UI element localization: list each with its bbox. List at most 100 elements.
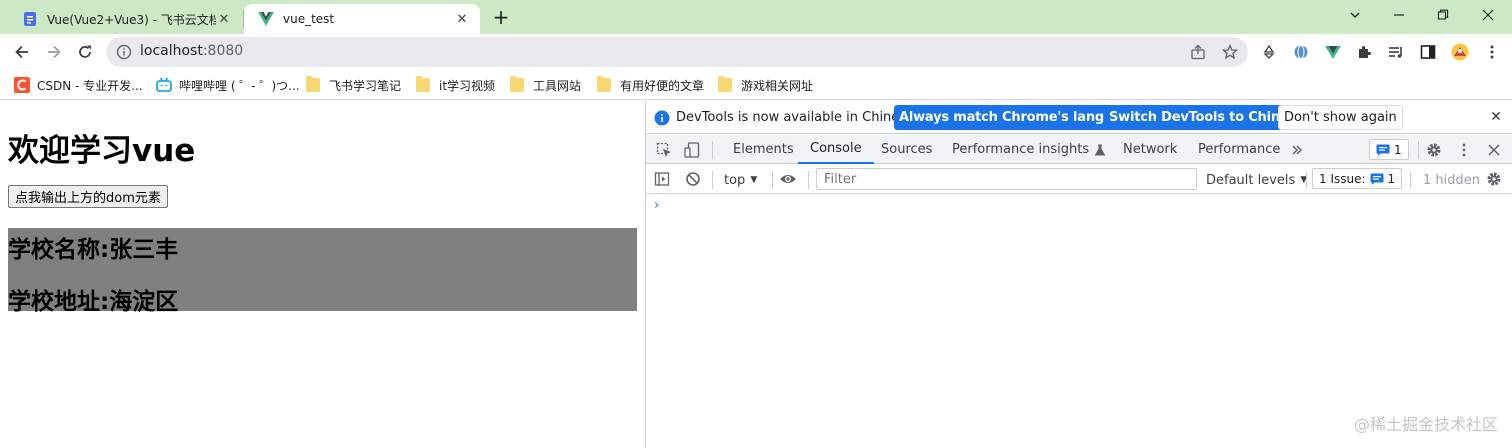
reload-icon[interactable] xyxy=(71,38,99,66)
address-bar[interactable]: localhost:8080 xyxy=(106,37,1248,67)
toolbar-divider xyxy=(712,141,713,159)
toolbar-divider xyxy=(712,171,713,189)
issues-counter-button[interactable]: 1 xyxy=(1369,139,1409,160)
url-text[interactable]: localhost:8080 xyxy=(140,43,243,59)
console-toolbar: top ▼ Default levels▼ 1 Issue: 1 1 hidden xyxy=(646,165,1512,194)
bookmark-label: 飞书学习笔记 xyxy=(329,78,402,93)
devtools-tab-bar: Elements Console Sources Performance ins… xyxy=(646,135,1512,164)
context-value: top xyxy=(724,172,746,188)
context-selector[interactable]: top ▼ xyxy=(724,171,757,189)
tab-elements[interactable]: Elements xyxy=(721,135,806,164)
bookmark-bilibili[interactable]: 哔哩哔哩 ( ゜- ゜)つ... xyxy=(156,76,300,94)
issues-badge-count: 1 xyxy=(1387,171,1396,186)
side-panel-icon[interactable] xyxy=(1418,42,1438,62)
tab-label: Performance insights xyxy=(952,142,1090,157)
close-icon[interactable]: ✕ xyxy=(1488,109,1504,125)
folder-icon xyxy=(416,76,430,92)
bookmark-folder-games[interactable]: 游戏相关网址 xyxy=(718,76,813,94)
recycle-extension-icon[interactable] xyxy=(1259,42,1279,62)
inspect-element-icon[interactable] xyxy=(654,140,674,160)
school-component: 学校名称:张三丰 学校地址:海淀区 xyxy=(8,228,637,315)
devtools-panel: DevTools is now available in Chinese! Al… xyxy=(646,101,1512,448)
bookmark-label: CSDN - 专业开发... xyxy=(37,78,143,93)
tab-search-chevron-icon[interactable] xyxy=(1333,0,1377,30)
page-heading: 欢迎学习vue xyxy=(8,133,196,169)
extensions-puzzle-icon[interactable] xyxy=(1354,42,1374,62)
settings-gear-icon[interactable] xyxy=(1424,140,1444,160)
profile-avatar[interactable] xyxy=(1450,42,1470,62)
tab-console[interactable]: Console xyxy=(798,135,874,164)
browser-tab-feishu[interactable]: Vue(Vue2+Vue3) - 飞书云文档 ✕ xyxy=(8,4,242,34)
device-toolbar-icon[interactable] xyxy=(682,140,702,160)
message-icon xyxy=(1370,173,1384,185)
flask-icon xyxy=(1094,144,1106,155)
forward-arrow-icon[interactable] xyxy=(40,38,68,66)
dont-show-again-button[interactable]: Don't show again xyxy=(1278,105,1403,130)
log-levels-selector[interactable]: Default levels ▼ xyxy=(1206,171,1307,189)
browser-tab-vue-test[interactable]: vue_test ✕ xyxy=(244,4,480,34)
info-icon[interactable] xyxy=(116,44,132,60)
restore-icon[interactable] xyxy=(1421,0,1465,30)
bookmark-csdn[interactable]: CSDN - 专业开发... xyxy=(14,76,143,94)
console-settings-gear-icon[interactable] xyxy=(1484,169,1504,189)
watermark: @稀土掘金技术社区 xyxy=(1353,415,1498,434)
back-arrow-icon[interactable] xyxy=(8,38,36,66)
url-port: :8080 xyxy=(202,43,244,59)
reading-list-icon[interactable] xyxy=(1386,42,1406,62)
bookmark-label: 哔哩哔哩 ( ゜- ゜)つ... xyxy=(179,78,300,93)
more-tabs-chevron-icon[interactable] xyxy=(1287,140,1307,160)
info-icon xyxy=(654,110,670,126)
share-icon[interactable] xyxy=(1189,43,1207,61)
school-address: 学校地址:海淀区 xyxy=(8,289,179,315)
folder-icon xyxy=(597,76,611,92)
bookmark-folder-tools[interactable]: 工具网站 xyxy=(510,76,581,94)
dropdown-arrow-icon: ▼ xyxy=(750,175,758,185)
close-icon[interactable]: ✕ xyxy=(454,11,470,27)
more-menu-icon[interactable] xyxy=(1482,42,1502,62)
kebab-menu-icon[interactable] xyxy=(1454,140,1474,160)
close-devtools-icon[interactable] xyxy=(1484,140,1504,160)
console-prompt[interactable]: › xyxy=(654,198,659,213)
toolbar-divider xyxy=(1306,171,1307,189)
folder-icon xyxy=(510,76,524,92)
issues-label: 1 Issue: xyxy=(1319,171,1366,186)
star-bookmark-icon[interactable] xyxy=(1221,43,1239,61)
web-page-viewport: 欢迎学习vue 点我输出上方的dom元素 学校名称:张三丰 学校地址:海淀区 xyxy=(0,101,645,448)
tab-performance[interactable]: Performance xyxy=(1186,135,1292,164)
close-icon[interactable]: ✕ xyxy=(216,11,232,27)
message-icon xyxy=(1376,144,1390,156)
close-window-icon[interactable] xyxy=(1466,0,1510,30)
console-filter-input[interactable] xyxy=(816,168,1197,190)
eye-icon[interactable] xyxy=(778,169,798,189)
browser-toolbar: localhost:8080 xyxy=(0,34,1512,70)
folder-icon xyxy=(718,76,732,92)
bookmark-folder-videos[interactable]: it学习视频 xyxy=(416,76,495,94)
tab-title: Vue(Vue2+Vue3) - 飞书云文档 xyxy=(47,12,216,27)
minimize-icon[interactable] xyxy=(1377,0,1421,30)
folder-icon xyxy=(306,76,320,92)
toolbar-divider xyxy=(808,171,809,189)
language-infobar: DevTools is now available in Chinese! Al… xyxy=(646,101,1512,134)
csdn-logo-icon xyxy=(14,77,30,93)
bookmark-label: it学习视频 xyxy=(439,78,496,93)
bookmark-folder-articles[interactable]: 有用好便的文章 xyxy=(597,76,704,94)
new-tab-plus-icon[interactable]: + xyxy=(490,5,512,29)
toolbar-divider xyxy=(1410,171,1411,189)
bookmarks-bar: CSDN - 专业开发... 哔哩哔哩 ( ゜- ゜)つ... 飞书学习笔记 i… xyxy=(0,70,1512,100)
log-dom-button[interactable]: 点我输出上方的dom元素 xyxy=(8,185,168,208)
tab-sources[interactable]: Sources xyxy=(869,135,944,164)
bookmark-folder-notes[interactable]: 飞书学习笔记 xyxy=(306,76,401,94)
issues-button[interactable]: 1 Issue: 1 xyxy=(1312,168,1403,189)
school-name: 学校名称:张三丰 xyxy=(8,237,179,263)
clear-console-icon[interactable] xyxy=(683,169,703,189)
levels-value: Default levels xyxy=(1206,172,1296,188)
tab-network[interactable]: Network xyxy=(1111,135,1189,164)
toolbar-divider xyxy=(772,171,773,189)
tab-performance-insights[interactable]: Performance insights xyxy=(940,135,1118,164)
globe-extension-icon[interactable] xyxy=(1291,42,1311,62)
bilibili-tv-icon xyxy=(156,77,172,92)
bookmark-label: 工具网站 xyxy=(533,78,582,93)
sidebar-toggle-icon[interactable] xyxy=(652,169,672,189)
document-icon xyxy=(22,11,38,27)
vue-devtools-icon[interactable] xyxy=(1323,42,1343,62)
